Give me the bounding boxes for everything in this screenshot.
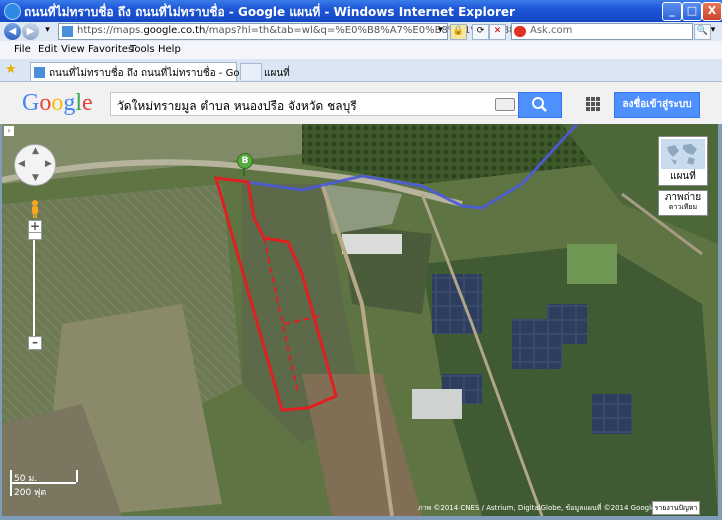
scale-metric-label: 50 ม. [14,474,38,484]
menu-bar: File Edit View Favorites Tools Help [0,41,722,60]
url-host: google.co.th [143,25,206,36]
lock-icon[interactable]: 🔒 [450,24,467,40]
pegman-icon[interactable] [30,200,40,218]
report-problem-button[interactable]: รายงานปัญหา [652,501,700,515]
address-toolbar: ◀ ▶ ▾ https://maps.google.co.th/maps?hl=… [0,22,722,42]
zoom-slider-handle[interactable] [28,232,42,240]
tab-google-maps[interactable]: ถนนที่ไม่ทราบชื่อ ถึง ถนนที่ไม่ทราบชื่อ … [30,62,290,81]
pan-down-icon[interactable]: ▼ [32,173,39,183]
marker-pin-tail [243,168,245,176]
menu-edit[interactable]: Edit [38,44,57,55]
address-input[interactable]: https://maps.google.co.th/maps?hl=th&tab… [58,23,538,40]
address-dropdown-icon[interactable]: ▾ [433,24,448,38]
pan-right-icon[interactable]: ▶ [45,159,52,169]
menu-view[interactable]: View [61,44,85,55]
search-dropdown-icon[interactable]: ▾ [708,24,718,38]
favorites-star-icon[interactable]: ★ [5,62,17,77]
refresh-icon[interactable]: ⟳ [472,24,489,40]
keyboard-icon[interactable] [495,98,515,111]
stop-icon[interactable]: ✕ [489,24,506,40]
minimize-button[interactable]: _ [662,2,682,21]
google-logo[interactable]: Google [22,90,93,117]
apps-grid-icon[interactable] [586,97,600,111]
ie-app-icon [4,3,21,20]
pan-control[interactable]: ▲ ▼ ◀ ▶ [14,144,56,186]
new-tab-button[interactable] [240,63,262,80]
google-header: Google วัดใหม่ทรายมูล ตำบล หนองปรือ จังห… [0,82,722,125]
search-placeholder: Ask.com [530,25,573,36]
maps-search-input[interactable]: วัดใหม่ทรายมูล ตำบล หนองปรือ จังหวัด ชลบ… [110,92,520,116]
ask-logo-icon [514,26,526,37]
world-map-icon [661,139,705,169]
map-scale-bar: 50 ม. 200 ฟุต [10,466,80,498]
back-arrow-icon[interactable]: ◀ [4,23,21,40]
route-marker-b[interactable]: B [237,153,253,169]
menu-help[interactable]: Help [158,44,181,55]
window-frame-right [718,124,722,520]
satellite-view-sublabel: ดาวเทียม [668,203,698,211]
menu-file[interactable]: File [14,44,31,55]
magnifier-icon [532,97,547,112]
menu-tools[interactable]: Tools [130,44,155,55]
url-prefix: https://maps. [77,25,144,36]
sign-in-button[interactable]: ลงชื่อเข้าสู่ระบบ [614,92,700,118]
map-view-label: แผนที่ [670,171,696,182]
satellite-view-label: ภาพถ่าย [664,192,702,203]
pan-left-icon[interactable]: ◀ [18,159,25,169]
tab-bar: ★ ถนนที่ไม่ทราบชื่อ ถึง ถนนที่ไม่ทราบชื่… [0,59,722,82]
maximize-button[interactable]: □ [682,2,702,21]
window-title-bar[interactable]: ถนนที่ไม่ทราบชื่อ ถึง ถนนที่ไม่ทราบชื่อ … [0,0,722,22]
zoom-slider-track[interactable] [33,232,35,336]
menu-favorites[interactable]: Favorites [88,44,133,55]
pan-up-icon[interactable]: ▲ [32,146,39,156]
search-input[interactable]: Ask.com [511,23,693,40]
site-favicon-icon [62,26,73,37]
zoom-out-button[interactable]: – [28,336,42,350]
close-button[interactable]: X [702,2,722,21]
satellite-map[interactable]: B › ▲ ▼ ◀ ▶ + – แผนที่ ภาพถ่าย ดาวเทียม … [2,124,718,516]
search-query: วัดใหม่ทรายมูล ตำบล หนองปรือ จังหวัด ชลบ… [117,99,357,113]
search-button[interactable] [518,92,562,118]
collapse-panel-icon[interactable]: › [4,126,14,136]
history-dropdown-icon[interactable]: ▾ [40,24,55,38]
window-frame-bottom [0,516,722,520]
map-view-button[interactable]: แผนที่ [658,136,708,186]
tab-favicon-icon [34,67,45,78]
forward-arrow-icon[interactable]: ▶ [22,23,39,40]
scale-imperial-label: 200 ฟุต [14,488,47,498]
window-title: ถนนที่ไม่ทราบชื่อ ถึง ถนนที่ไม่ทราบชื่อ … [24,5,515,19]
map-copyright: ภาพ ©2014 CNES / Astrium, DigitalGlobe, … [418,504,656,512]
satellite-view-button[interactable]: ภาพถ่าย ดาวเทียม [658,190,708,216]
window-frame-left [0,124,2,520]
satellite-imagery [2,124,718,516]
